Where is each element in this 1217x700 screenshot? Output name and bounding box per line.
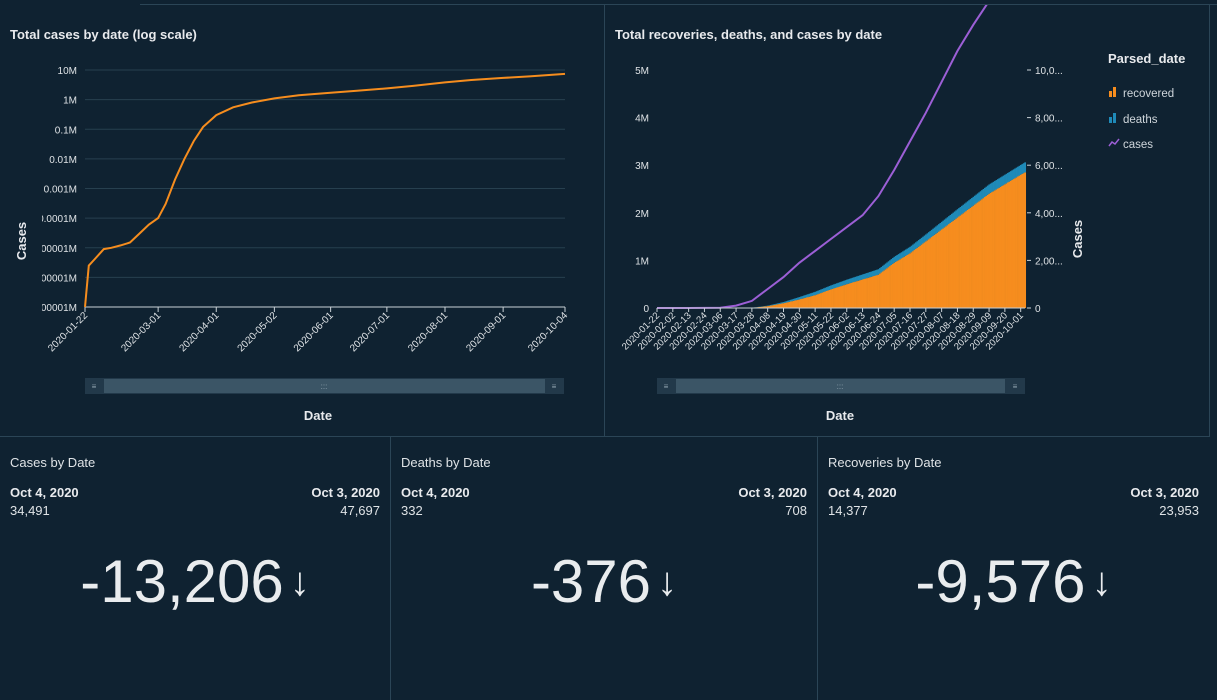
- right-chart-panel: Total recoveries, deaths, and cases by d…: [605, 5, 1209, 436]
- left-x-tick-label: 2020-09-01: [464, 310, 508, 354]
- kpi-value-current: 34,491: [10, 503, 50, 518]
- right-y-right-tick-label: 6,00...: [1035, 161, 1063, 172]
- right-y-axis-label-right: Cases: [1070, 220, 1085, 258]
- left-x-ticks: 2020-01-22 2020-03-01 2020-04-01 2020-05-02…: [46, 307, 570, 354]
- left-x-tick-label: 2020-08-01: [406, 310, 450, 354]
- left-y-tick-label: 0.000001M: [27, 273, 77, 284]
- legend-deaths-icon: [1109, 117, 1112, 123]
- left-chart-svg: 10M 1M 0.1M 0.01M 0.001M 0.0001M 0.00001M 0.000…: [14, 66, 570, 423]
- left-range-grip-right: ≡: [552, 382, 557, 391]
- right-y-ticks-left: 0 1M 2M 3M 4M 5M: [635, 66, 649, 315]
- right-y-left-tick-label: 3M: [635, 161, 649, 172]
- kpi-date-current: Oct 4, 2020: [401, 485, 470, 500]
- left-range-grip-left: ≡: [92, 382, 97, 391]
- right-y-right-tick-label: 8,00...: [1035, 114, 1063, 125]
- right-range-grip-right: ≡: [1013, 382, 1018, 391]
- left-grid: [85, 69, 565, 278]
- legend-recovered-label: recovered: [1123, 88, 1174, 100]
- right-range-grip-left: ≡: [664, 382, 669, 391]
- left-chart-panel: Total cases by date (log scale) 10M 1M 0.1…: [0, 5, 604, 436]
- left-x-tick-label: 2020-01-22: [46, 310, 90, 354]
- kpi-date-previous: Oct 3, 2020: [738, 485, 807, 500]
- left-x-tick-label: 2020-10-04: [526, 310, 570, 354]
- left-y-tick-label: 0.001M: [44, 185, 77, 196]
- left-y-tick-label: 0.0001M: [38, 214, 77, 225]
- right-y-right-tick-label: 2,00...: [1035, 256, 1063, 267]
- right-range-grip-center: :::: [837, 382, 844, 391]
- kpi-card-recoveries: Recoveries by Date Oct 4, 2020 14,377 Oc…: [818, 437, 1209, 700]
- legend-item-cases[interactable]: cases: [1108, 138, 1153, 151]
- deaths-bar: [1024, 162, 1027, 173]
- left-y-tick-label: 0.01M: [49, 155, 77, 166]
- legend-cases-label: cases: [1123, 139, 1153, 151]
- right-x-ticks: 2020-01-222020-02-022020-02-132020-02-24…: [620, 308, 1026, 352]
- kpi-title: Recoveries by Date: [828, 455, 942, 470]
- kpi-date-current: Oct 4, 2020: [828, 485, 897, 500]
- legend-item-deaths[interactable]: deaths: [1109, 113, 1158, 126]
- arrow-down-icon: ↓: [657, 559, 678, 604]
- right-y-right-tick-label: 0: [1035, 304, 1041, 315]
- kpi-delta: -376 ↓: [391, 547, 817, 616]
- arrow-down-icon: ↓: [289, 559, 310, 604]
- left-x-tick-label: 2020-03-01: [119, 310, 163, 354]
- kpi-delta-value: -376: [530, 548, 652, 615]
- left-x-tick-label: 2020-04-01: [177, 310, 221, 354]
- legend-cases-icon: [1108, 138, 1120, 147]
- right-y-left-tick-label: 1M: [635, 256, 649, 267]
- right-y-right-tick-label: 10,0...: [1035, 66, 1063, 77]
- kpi-title: Deaths by Date: [401, 455, 491, 470]
- left-y-tick-label: 10M: [58, 66, 77, 77]
- left-y-tick-label: 0.1M: [55, 125, 77, 136]
- right-y-left-tick-label: 2M: [635, 209, 649, 220]
- kpi-date-previous: Oct 3, 2020: [1130, 485, 1199, 500]
- kpi-value-previous: 23,953: [1159, 503, 1199, 518]
- kpi-card-deaths: Deaths by Date Oct 4, 2020 332 Oct 3, 20…: [391, 437, 817, 700]
- kpi-delta: -9,576 ↓: [818, 547, 1209, 616]
- kpi-delta: -13,206 ↓: [0, 547, 390, 616]
- kpi-value-current: 14,377: [828, 503, 868, 518]
- kpi-delta-value: -13,206: [80, 548, 284, 615]
- left-y-tick-label: 1M: [63, 96, 77, 107]
- left-y-tick-label: 0.0000001M: [21, 303, 77, 314]
- kpi-value-previous: 708: [785, 503, 807, 518]
- left-x-tick-label: 2020-05-02: [236, 310, 280, 354]
- legend-title: Parsed_date: [1108, 51, 1185, 66]
- left-x-tick-label: 2020-07-01: [348, 310, 392, 354]
- total-cases-line: [84, 72, 566, 308]
- legend-item-recovered[interactable]: recovered: [1109, 87, 1174, 100]
- right-y-right-tick-label: 4,00...: [1035, 209, 1063, 220]
- kpi-value-current: 332: [401, 503, 423, 518]
- right-y-left-tick-label: 5M: [635, 66, 649, 77]
- right-y-left-tick-label: 4M: [635, 114, 649, 125]
- right-chart-svg: 0 1M 2M 3M 4M 5M 0 2,00... 4,00... 6,00... 8,00..…: [620, 5, 1185, 423]
- right-edge-divider: [1209, 5, 1210, 437]
- legend-recovered-icon: [1109, 91, 1112, 97]
- right-y-ticks-right: 0 2,00... 4,00... 6,00... 8,00... 10,0...: [1027, 66, 1063, 315]
- left-x-tick-label: 2020-06-01: [292, 310, 336, 354]
- right-bars: [736, 162, 1027, 308]
- kpi-card-cases: Cases by Date Oct 4, 2020 34,491 Oct 3, …: [0, 437, 390, 700]
- kpi-value-previous: 47,697: [340, 503, 380, 518]
- left-x-axis-label: Date: [304, 408, 332, 423]
- kpi-date-previous: Oct 3, 2020: [311, 485, 380, 500]
- kpi-delta-value: -9,576: [915, 548, 1086, 615]
- kpi-date-current: Oct 4, 2020: [10, 485, 79, 500]
- legend-deaths-label: deaths: [1123, 114, 1158, 126]
- left-range-grip-center: :::: [321, 382, 328, 391]
- right-y-left-tick-label: 0: [643, 304, 649, 315]
- left-y-axis-label: Cases: [14, 222, 29, 260]
- arrow-down-icon: ↓: [1091, 559, 1112, 604]
- left-y-tick-label: 0.00001M: [33, 244, 77, 255]
- recovered-bar: [1024, 172, 1027, 308]
- left-y-ticks: 10M 1M 0.1M 0.01M 0.001M 0.0001M 0.00001M 0.000…: [21, 66, 77, 314]
- right-x-axis-label: Date: [826, 408, 854, 423]
- kpi-title: Cases by Date: [10, 455, 96, 470]
